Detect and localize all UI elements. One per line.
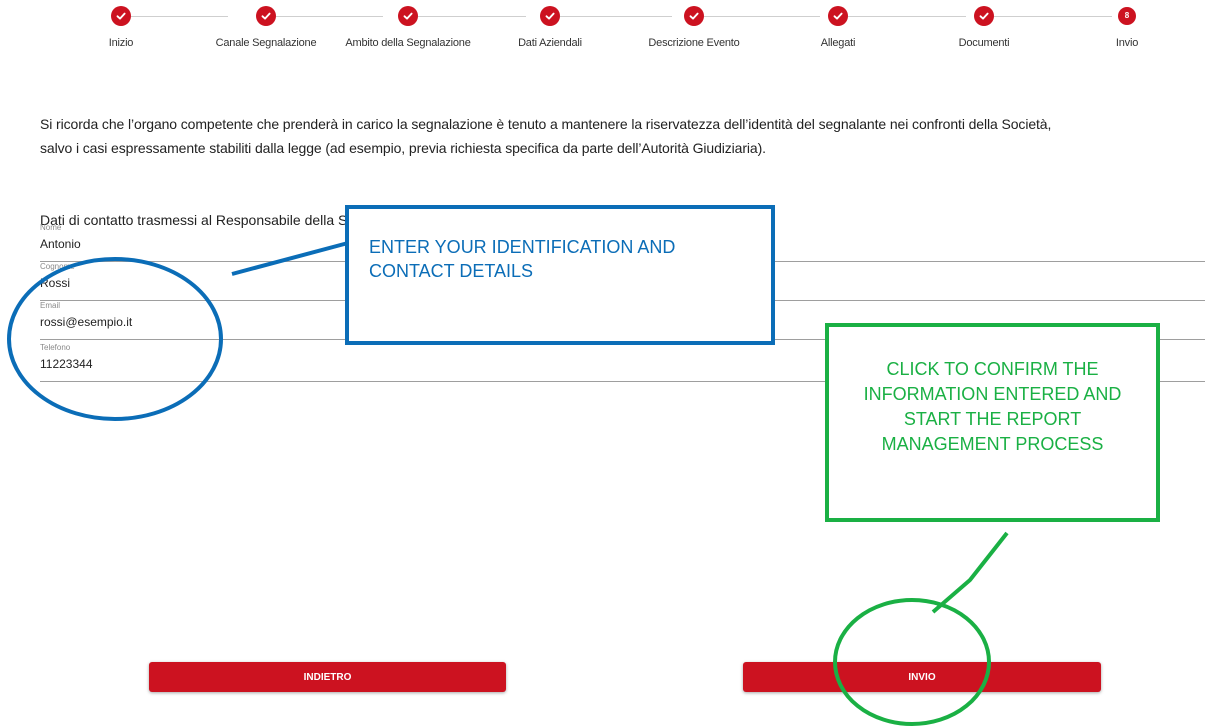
step-dati-aziendali: Dati Aziendali — [470, 6, 630, 49]
check-icon — [403, 12, 413, 20]
step-label: Invio — [1115, 37, 1139, 49]
progress-stepper: Inizio Canale Segnalazione Ambito della … — [0, 0, 1205, 60]
check-icon — [261, 12, 271, 20]
step-done-dot — [256, 6, 276, 26]
check-icon — [833, 12, 843, 20]
step-descrizione-evento: Descrizione Evento — [614, 6, 774, 49]
step-documenti: Documenti — [904, 6, 1064, 49]
step-invio: 8 Invio — [1047, 6, 1205, 49]
check-icon — [116, 12, 126, 20]
check-icon — [545, 12, 555, 20]
notice-line: salvo i casi espressamente stabiliti dal… — [40, 140, 766, 156]
contact-details-callout: ENTER YOUR IDENTIFICATION AND CONTACT DE… — [345, 205, 775, 345]
notice-line: Si ricorda che l’organo competente che p… — [40, 116, 1052, 132]
step-canale-segnalazione: Canale Segnalazione — [186, 6, 346, 49]
confirm-callout: CLICK TO CONFIRM THE INFORMATION ENTERED… — [825, 323, 1160, 522]
step-label: Inizio — [108, 37, 134, 49]
telefono-label: Telefono — [40, 343, 71, 352]
step-allegati: Allegati — [758, 6, 918, 49]
step-label: Allegati — [820, 37, 856, 49]
email-label: Email — [40, 301, 61, 310]
nome-label: Nome — [40, 223, 62, 232]
cognome-label: Cognome — [40, 262, 75, 271]
submit-button[interactable]: INVIO — [743, 662, 1101, 692]
step-label: Canale Segnalazione — [215, 37, 317, 49]
check-icon — [689, 12, 699, 20]
step-done-dot — [828, 6, 848, 26]
privacy-notice: Si ricorda che l’organo competente che p… — [40, 112, 1205, 160]
telefono-input[interactable] — [40, 357, 640, 371]
step-current-dot: 8 — [1118, 7, 1136, 25]
step-label: Dati Aziendali — [518, 37, 582, 49]
step-ambito-segnalazione: Ambito della Segnalazione — [328, 6, 488, 49]
step-label: Ambito della Segnalazione — [345, 37, 471, 49]
step-label: Descrizione Evento — [648, 37, 740, 49]
step-done-dot — [111, 6, 131, 26]
step-number: 8 — [1124, 11, 1130, 20]
green-pointer-line — [931, 531, 1009, 614]
back-button[interactable]: INDIETRO — [149, 662, 506, 692]
step-done-dot — [540, 6, 560, 26]
step-inizio: Inizio — [41, 6, 201, 49]
step-label: Documenti — [958, 37, 1010, 49]
step-done-dot — [398, 6, 418, 26]
step-done-dot — [974, 6, 994, 26]
check-icon — [979, 12, 989, 20]
step-done-dot — [684, 6, 704, 26]
